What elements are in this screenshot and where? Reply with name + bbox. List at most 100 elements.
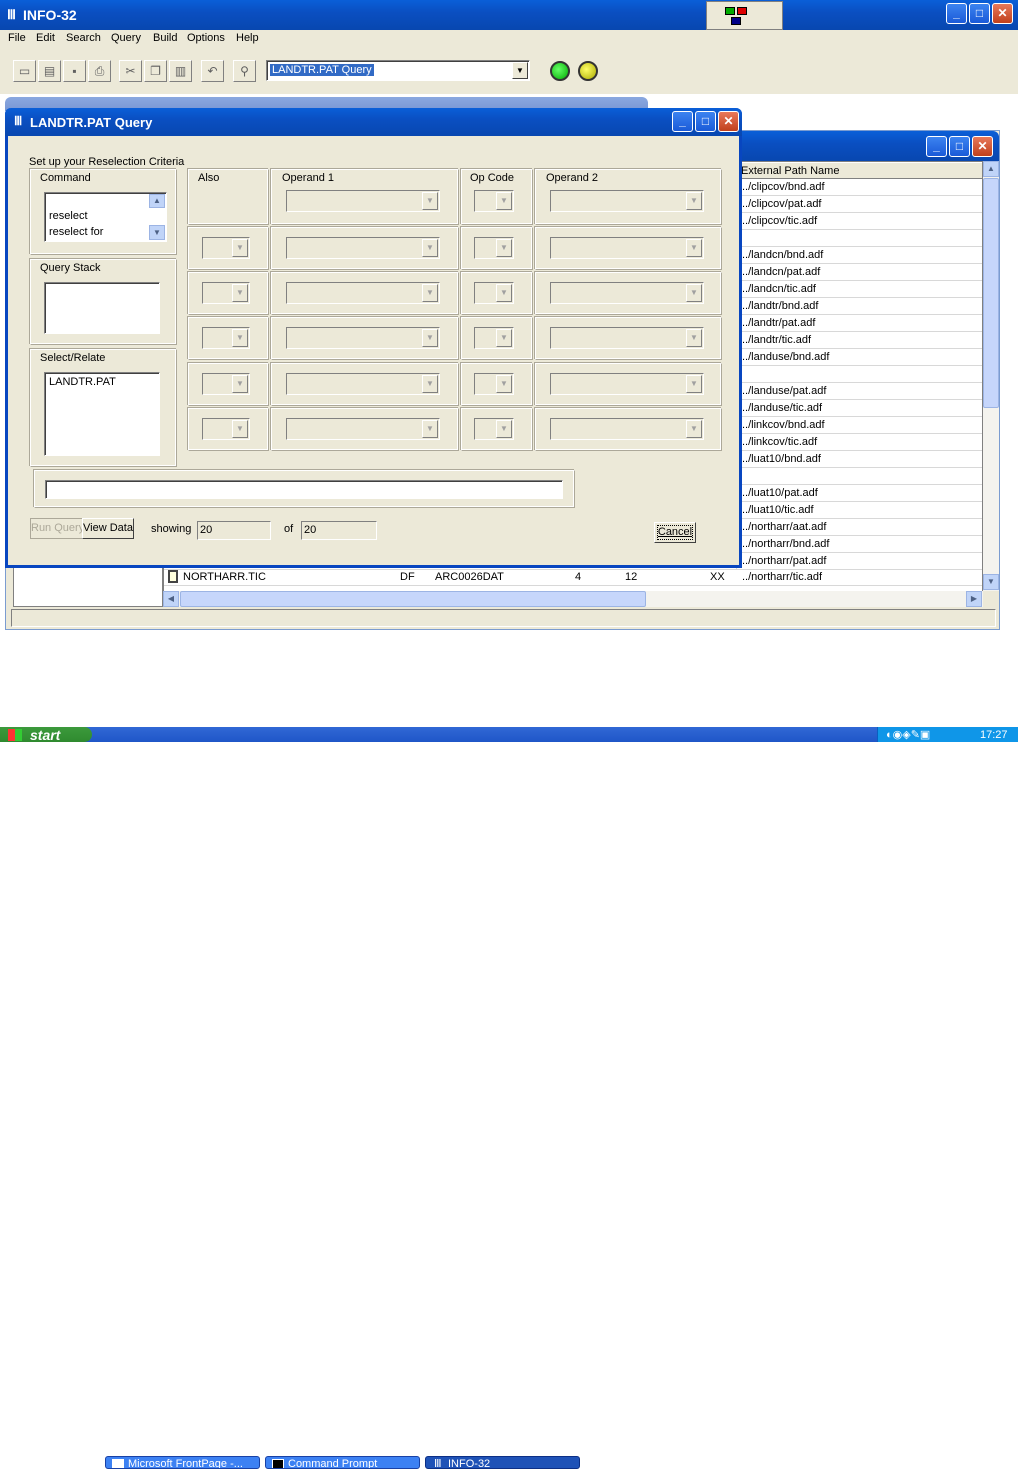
- minimize-icon[interactable]: _: [672, 111, 693, 132]
- menu-file[interactable]: File: [8, 32, 26, 44]
- green-status-icon[interactable]: [550, 61, 570, 81]
- opcode-combo[interactable]: ▼: [474, 237, 514, 259]
- operand1-combo[interactable]: ▼: [286, 373, 440, 395]
- close-icon[interactable]: ✕: [972, 136, 993, 157]
- chevron-down-icon[interactable]: ▼: [422, 239, 438, 257]
- chevron-down-icon[interactable]: ▼: [232, 375, 248, 393]
- taskbar-item-frontpage[interactable]: Microsoft FrontPage -...: [105, 1456, 260, 1469]
- chevron-down-icon[interactable]: ▼: [686, 192, 702, 210]
- opcode-combo[interactable]: ▼: [474, 418, 514, 440]
- chevron-down-icon[interactable]: ▼: [686, 329, 702, 347]
- chevron-down-icon[interactable]: ▼: [422, 329, 438, 347]
- scroll-up-icon[interactable]: ▲: [983, 161, 999, 177]
- chevron-down-icon[interactable]: ▼: [496, 239, 512, 257]
- menu-search[interactable]: Search: [66, 32, 101, 44]
- chevron-down-icon[interactable]: ▼: [496, 284, 512, 302]
- vertical-scrollbar[interactable]: ▲ ▼: [983, 161, 999, 591]
- expression-field[interactable]: [45, 480, 563, 499]
- table-row[interactable]: NORTHARR.TIC DF ARC0026DAT 4 12 XX ../no…: [164, 569, 982, 586]
- find-icon[interactable]: ⚲: [233, 60, 256, 82]
- operand2-combo[interactable]: ▼: [550, 373, 704, 395]
- command-item-reselect[interactable]: reselect: [49, 210, 88, 222]
- chevron-down-icon[interactable]: ▼: [686, 284, 702, 302]
- operand1-combo[interactable]: ▼: [286, 190, 440, 212]
- chevron-down-icon[interactable]: ▼: [232, 239, 248, 257]
- also-combo[interactable]: ▼: [202, 237, 250, 259]
- chevron-down-icon[interactable]: ▼: [149, 225, 165, 240]
- chevron-down-icon[interactable]: ▼: [422, 192, 438, 210]
- menu-edit[interactable]: Edit: [36, 32, 55, 44]
- yellow-status-icon[interactable]: [578, 61, 598, 81]
- menu-query[interactable]: Query: [111, 32, 141, 44]
- also-combo[interactable]: ▼: [202, 327, 250, 349]
- undo-icon[interactable]: ↶: [201, 60, 224, 82]
- chevron-down-icon[interactable]: ▼: [496, 192, 512, 210]
- horizontal-scrollbar[interactable]: ◀ ▶: [163, 591, 983, 607]
- chevron-down-icon[interactable]: ▼: [232, 420, 248, 438]
- new-icon[interactable]: ▤: [38, 60, 61, 82]
- also-combo[interactable]: ▼: [202, 418, 250, 440]
- scroll-down-icon[interactable]: ▼: [983, 574, 999, 590]
- menu-options[interactable]: Options: [187, 32, 225, 44]
- operand2-combo[interactable]: ▼: [550, 190, 704, 212]
- chevron-down-icon[interactable]: ▼: [232, 284, 248, 302]
- start-button[interactable]: start: [0, 727, 92, 743]
- query-stack-list[interactable]: [44, 282, 160, 334]
- close-icon[interactable]: ✕: [992, 3, 1013, 24]
- menu-help[interactable]: Help: [236, 32, 259, 44]
- operand2-combo[interactable]: ▼: [550, 282, 704, 304]
- chevron-down-icon[interactable]: ▼: [496, 329, 512, 347]
- opcode-combo[interactable]: ▼: [474, 373, 514, 395]
- save-icon[interactable]: ▪: [63, 60, 86, 82]
- tray-icons[interactable]: ◐◉◈✎▣: [886, 728, 930, 741]
- chevron-down-icon[interactable]: ▼: [422, 284, 438, 302]
- select-relate-item[interactable]: LANDTR.PAT: [49, 376, 116, 388]
- taskbar-item-command-prompt[interactable]: Command Prompt: [265, 1456, 420, 1469]
- opcode-combo[interactable]: ▼: [474, 190, 514, 212]
- view-data-button[interactable]: View Data: [82, 518, 134, 539]
- chevron-down-icon[interactable]: ▼: [232, 329, 248, 347]
- chevron-down-icon[interactable]: ▼: [496, 420, 512, 438]
- operand2-combo[interactable]: ▼: [550, 237, 704, 259]
- cut-icon[interactable]: ✂: [119, 60, 142, 82]
- chevron-down-icon[interactable]: ▼: [496, 375, 512, 393]
- opcode-combo[interactable]: ▼: [474, 327, 514, 349]
- minimize-icon[interactable]: _: [926, 136, 947, 157]
- cancel-button[interactable]: Cancel: [654, 522, 696, 543]
- operand1-combo[interactable]: ▼: [286, 282, 440, 304]
- chevron-down-icon[interactable]: ▼: [422, 375, 438, 393]
- operand1-combo[interactable]: ▼: [286, 327, 440, 349]
- chevron-down-icon[interactable]: ▼: [422, 420, 438, 438]
- operand1-combo[interactable]: ▼: [286, 237, 440, 259]
- run-query-button[interactable]: Run Query: [30, 518, 83, 539]
- operand1-combo[interactable]: ▼: [286, 418, 440, 440]
- also-combo[interactable]: ▼: [202, 282, 250, 304]
- print-icon[interactable]: ⎙: [88, 60, 111, 82]
- chevron-down-icon[interactable]: ▼: [686, 420, 702, 438]
- scroll-left-icon[interactable]: ◀: [163, 591, 179, 607]
- maximize-icon[interactable]: □: [695, 111, 716, 132]
- operand2-combo[interactable]: ▼: [550, 327, 704, 349]
- taskbar-item-info32[interactable]: Ⅲ INFO-32: [425, 1456, 580, 1469]
- maximize-icon[interactable]: □: [969, 3, 990, 24]
- scroll-right-icon[interactable]: ▶: [966, 591, 982, 607]
- chevron-down-icon[interactable]: ▼: [512, 62, 528, 79]
- command-item-reselect-for[interactable]: reselect for: [49, 226, 103, 238]
- menu-build[interactable]: Build: [153, 32, 177, 44]
- chevron-down-icon[interactable]: ▼: [686, 375, 702, 393]
- scroll-thumb[interactable]: [983, 178, 999, 408]
- maximize-icon[interactable]: □: [949, 136, 970, 157]
- chevron-up-icon[interactable]: ▲: [149, 194, 165, 208]
- window-select[interactable]: LANDTR.PAT Query ▼: [266, 60, 530, 81]
- chevron-down-icon[interactable]: ▼: [686, 239, 702, 257]
- column-header-path[interactable]: External Path Name: [737, 162, 982, 179]
- h-scroll-thumb[interactable]: [180, 591, 646, 607]
- minimize-icon[interactable]: _: [946, 3, 967, 24]
- select-relate-list[interactable]: LANDTR.PAT: [44, 372, 160, 456]
- operand2-combo[interactable]: ▼: [550, 418, 704, 440]
- also-combo[interactable]: ▼: [202, 373, 250, 395]
- command-list[interactable]: reselect reselect for ▲ ▼: [44, 192, 167, 242]
- paste-icon[interactable]: ▥: [169, 60, 192, 82]
- close-icon[interactable]: ✕: [718, 111, 739, 132]
- opcode-combo[interactable]: ▼: [474, 282, 514, 304]
